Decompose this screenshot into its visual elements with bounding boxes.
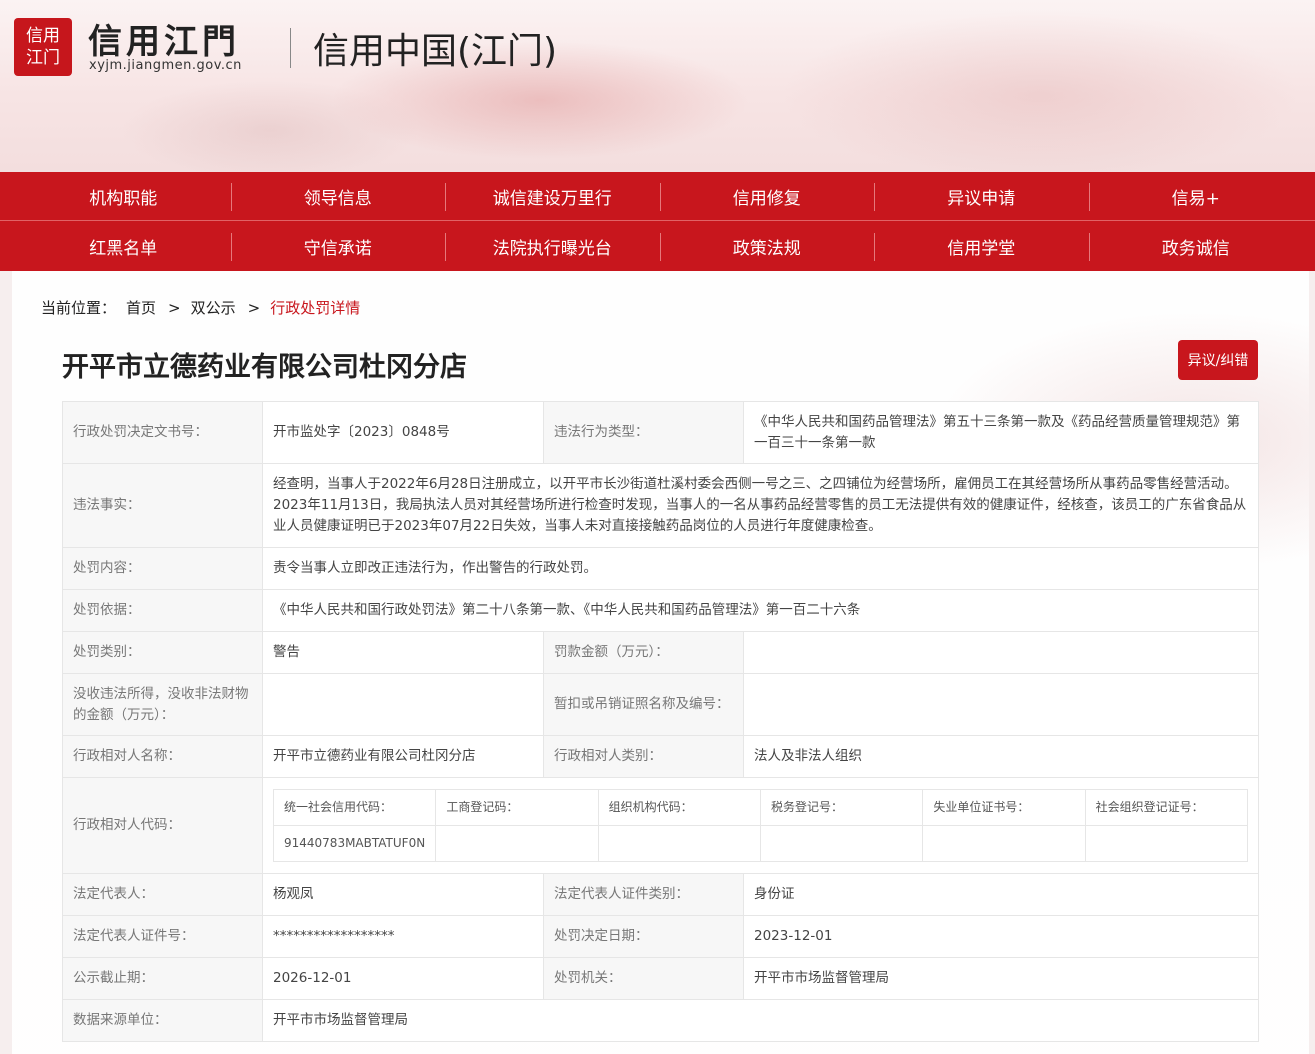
table-row: 法定代表人证件号： ****************** 处罚决定日期： 202… bbox=[62, 915, 1259, 958]
breadcrumb-current: 行政处罚详情 bbox=[270, 299, 361, 317]
breadcrumb-label: 当前位置： bbox=[41, 299, 117, 317]
objection-button[interactable]: 异议/纠错 bbox=[1178, 340, 1258, 380]
data-source-value: 开平市市场监督管理局 bbox=[262, 999, 1259, 1042]
basis-value: 《中华人民共和国行政处罚法》第二十八条第一款、《中华人民共和国药品管理法》第一百… bbox=[262, 589, 1259, 632]
table-row: 处罚类别： 警告 罚款金额（万元）： bbox=[62, 631, 1259, 674]
confiscation-value bbox=[262, 673, 544, 736]
penalty-detail-table: 行政处罚决定文书号： 开市监处字〔2023〕0848号 违法行为类型： 《中华人… bbox=[62, 401, 1259, 1042]
header-decoration bbox=[780, 10, 1300, 172]
field-label: 法定代表人： bbox=[62, 873, 263, 916]
field-label: 行政处罚决定文书号： bbox=[62, 401, 263, 464]
code-header: 组织机构代码： bbox=[597, 789, 761, 826]
nav-row: 机构职能 领导信息 诚信建设万里行 信用修复 异议申请 信易+ bbox=[0, 172, 1315, 221]
nav-row: 红黑名单 守信承诺 法院执行曝光台 政策法规 信用学堂 政务诚信 bbox=[0, 222, 1315, 271]
party-codes-table: 统一社会信用代码： 工商登记码： 组织机构代码： 税务登记号： 失业单位证书号：… bbox=[272, 789, 1249, 862]
table-row: 数据来源单位： 开平市市场监督管理局 bbox=[62, 999, 1259, 1042]
logo-domain: xyjm.jiangmen.gov.cn bbox=[89, 58, 242, 73]
code-value: 91440783MABTATUF0N bbox=[272, 825, 437, 862]
field-label: 数据来源单位： bbox=[62, 999, 263, 1042]
code-value bbox=[1084, 825, 1249, 862]
table-row: 处罚依据： 《中华人民共和国行政处罚法》第二十八条第一款、《中华人民共和国药品管… bbox=[62, 589, 1259, 632]
table-row: 违法事实： 经查明，当事人于2022年6月28日注册成立，以开平市长沙街道杜溪村… bbox=[62, 463, 1259, 548]
code-value bbox=[597, 825, 761, 862]
table-row: 行政处罚决定文书号： 开市监处字〔2023〕0848号 违法行为类型： 《中华人… bbox=[62, 401, 1259, 464]
nav-item-credit-school[interactable]: 信用学堂 bbox=[874, 222, 1089, 271]
code-header: 工商登记码： bbox=[435, 789, 599, 826]
field-label: 没收违法所得，没收非法财物的金额（万元）： bbox=[62, 673, 263, 736]
license-value bbox=[743, 673, 1259, 736]
publish-end-value: 2026-12-01 bbox=[262, 957, 544, 1000]
breadcrumb-separator: > bbox=[168, 298, 181, 317]
table-row: 91440783MABTATUF0N bbox=[272, 825, 1249, 862]
field-label: 处罚机关： bbox=[543, 957, 744, 1000]
facts-value: 经查明，当事人于2022年6月28日注册成立，以开平市长沙街道杜溪村委会西侧一号… bbox=[262, 463, 1259, 548]
legal-rep-id-no-value: ****************** bbox=[262, 915, 544, 958]
nav-item-court-exposure[interactable]: 法院执行曝光台 bbox=[445, 222, 660, 271]
table-row: 处罚内容： 责令当事人立即改正违法行为，作出警告的行政处罚。 bbox=[62, 547, 1259, 590]
table-row: 统一社会信用代码： 工商登记码： 组织机构代码： 税务登记号： 失业单位证书号：… bbox=[272, 789, 1249, 826]
field-label: 违法事实： bbox=[62, 463, 263, 548]
fine-value bbox=[743, 631, 1259, 674]
code-value bbox=[759, 825, 924, 862]
code-header: 统一社会信用代码： bbox=[272, 789, 437, 826]
breadcrumb-separator: > bbox=[247, 298, 261, 317]
logo-divider bbox=[290, 28, 291, 68]
site-header: 信用江门 信用江門 xyjm.jiangmen.gov.cn 信用中国(江门) bbox=[0, 0, 1315, 172]
penalty-content-value: 责令当事人立即改正违法行为，作出警告的行政处罚。 bbox=[262, 547, 1259, 590]
field-label: 违法行为类型： bbox=[543, 401, 744, 464]
nav-item-government-integrity[interactable]: 政务诚信 bbox=[1088, 222, 1304, 271]
table-row: 公示截止期： 2026-12-01 处罚机关： 开平市市场监督管理局 bbox=[62, 957, 1259, 1000]
nav-item-integrity-campaign[interactable]: 诚信建设万里行 bbox=[445, 172, 660, 221]
party-name-value: 开平市立德药业有限公司杜冈分店 bbox=[262, 735, 544, 778]
nav-item-credit-repair[interactable]: 信用修复 bbox=[659, 172, 875, 221]
field-label: 处罚决定日期： bbox=[543, 915, 744, 958]
field-label: 法定代表人证件类别： bbox=[543, 873, 744, 916]
logo-title[interactable]: 信用江門 bbox=[88, 14, 240, 63]
site-name: 信用中国(江门) bbox=[313, 31, 558, 72]
violation-type-value: 《中华人民共和国药品管理法》第五十三条第一款及《药品经营质量管理规范》第一百三十… bbox=[743, 401, 1259, 464]
field-label: 法定代表人证件号： bbox=[62, 915, 263, 958]
field-label: 暂扣或吊销证照名称及编号： bbox=[543, 673, 744, 736]
code-header: 失业单位证书号： bbox=[922, 789, 1086, 826]
decision-no-value: 开市监处字〔2023〕0848号 bbox=[262, 401, 544, 464]
table-row: 法定代表人： 杨观凤 法定代表人证件类别： 身份证 bbox=[62, 873, 1259, 916]
nav-item-red-black-list[interactable]: 红黑名单 bbox=[16, 222, 231, 271]
page-title: 开平市立德药业有限公司杜冈分店 bbox=[62, 352, 467, 383]
field-label: 处罚依据： bbox=[62, 589, 263, 632]
field-label: 公示截止期： bbox=[62, 957, 263, 1000]
field-label: 行政相对人名称： bbox=[62, 735, 263, 778]
field-label: 处罚类别： bbox=[62, 631, 263, 674]
nav-item-institution-functions[interactable]: 机构职能 bbox=[16, 172, 231, 221]
decision-date-value: 2023-12-01 bbox=[743, 915, 1259, 958]
table-row: 没收违法所得，没收非法财物的金额（万元）： 暂扣或吊销证照名称及编号： bbox=[62, 673, 1259, 736]
code-value bbox=[435, 825, 599, 862]
legal-rep-value: 杨观凤 bbox=[262, 873, 544, 916]
party-code-cell: 统一社会信用代码： 工商登记码： 组织机构代码： 税务登记号： 失业单位证书号：… bbox=[262, 777, 1259, 874]
category-value: 警告 bbox=[262, 631, 544, 674]
code-header: 社会组织登记证号： bbox=[1084, 789, 1249, 826]
nav-item-policies[interactable]: 政策法规 bbox=[659, 222, 875, 271]
breadcrumb-home-link[interactable]: 首页 bbox=[126, 297, 156, 318]
main-nav: 机构职能 领导信息 诚信建设万里行 信用修复 异议申请 信易+ 红黑名单 守信承… bbox=[0, 172, 1315, 271]
party-type-value: 法人及非法人组织 bbox=[743, 735, 1259, 778]
breadcrumb: 当前位置： 首页 > 双公示 > 行政处罚详情 bbox=[41, 297, 370, 318]
header-decoration bbox=[120, 80, 420, 172]
logo-seal-icon[interactable]: 信用江门 bbox=[14, 18, 72, 76]
nav-item-credit-commitment[interactable]: 守信承诺 bbox=[230, 222, 446, 271]
table-row: 行政相对人名称： 开平市立德药业有限公司杜冈分店 行政相对人类别： 法人及非法人… bbox=[62, 735, 1259, 778]
content-panel: 当前位置： 首页 > 双公示 > 行政处罚详情 开平市立德药业有限公司杜冈分店 … bbox=[12, 271, 1309, 1054]
code-value bbox=[922, 825, 1086, 862]
breadcrumb-section-link[interactable]: 双公示 bbox=[191, 297, 236, 318]
field-label: 行政相对人类别： bbox=[543, 735, 744, 778]
legal-rep-id-type-value: 身份证 bbox=[743, 873, 1259, 916]
nav-item-credit-plus[interactable]: 信易+ bbox=[1088, 172, 1304, 221]
table-row: 行政相对人代码： 统一社会信用代码： 工商登记码： 组织机构代码： 税务登记号：… bbox=[62, 777, 1259, 874]
field-label: 罚款金额（万元）： bbox=[543, 631, 744, 674]
field-label: 行政相对人代码： bbox=[62, 777, 263, 874]
code-header: 税务登记号： bbox=[759, 789, 924, 826]
authority-value: 开平市市场监督管理局 bbox=[743, 957, 1259, 1000]
nav-item-leadership-info[interactable]: 领导信息 bbox=[230, 172, 446, 221]
field-label: 处罚内容： bbox=[62, 547, 263, 590]
nav-item-objection-application[interactable]: 异议申请 bbox=[874, 172, 1089, 221]
